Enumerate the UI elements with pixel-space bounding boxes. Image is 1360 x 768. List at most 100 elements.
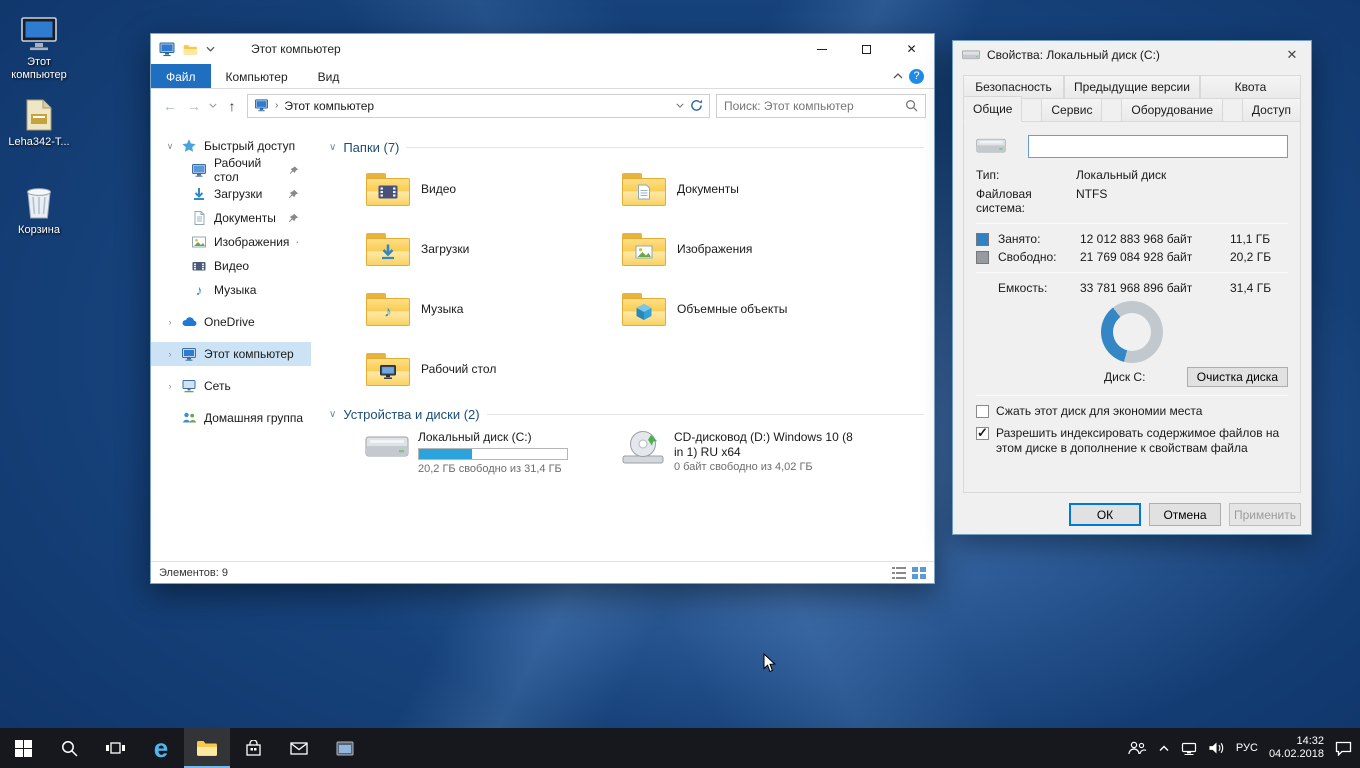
sidebar-item-this-pc[interactable]: › Этот компьютер [151, 342, 311, 366]
search-icon[interactable] [905, 99, 918, 112]
cancel-button[interactable]: Отмена [1149, 503, 1221, 526]
compress-checkbox-row[interactable]: Сжать этот диск для экономии места [976, 404, 1288, 419]
breadcrumb-chevron-icon[interactable]: › [275, 100, 278, 111]
qat-customize-chevron-icon[interactable] [206, 46, 215, 52]
taskbar-store-button[interactable] [230, 728, 276, 768]
sidebar-item-network[interactable]: › Сеть [151, 374, 311, 398]
maximize-button[interactable] [844, 34, 889, 64]
tab-computer[interactable]: Компьютер [211, 64, 303, 88]
ok-button[interactable]: ОК [1069, 503, 1141, 526]
clock-time: 14:32 [1269, 735, 1324, 748]
sidebar-item-homegroup[interactable]: Домашняя группа [151, 406, 311, 430]
sidebar-item-downloads[interactable]: Загрузки [151, 182, 311, 206]
filesystem-value: NTFS [1076, 187, 1107, 215]
details-view-icon[interactable] [892, 567, 906, 579]
capacity-bytes: 33 781 968 896 байт [1080, 281, 1230, 295]
app-window-icon [336, 741, 354, 756]
language-indicator[interactable]: РУС [1236, 742, 1258, 754]
drive-item-d[interactable]: CD-дисковод (D:) Windows 10 (8 in 1) RU … [615, 426, 915, 480]
show-hidden-icons-chevron-icon[interactable] [1158, 744, 1170, 752]
type-label: Тип: [976, 168, 1076, 182]
folder-item-video[interactable]: Видео [359, 159, 615, 219]
group-label[interactable]: Папки (7) [343, 140, 399, 155]
folder-item-music[interactable]: ♪ Музыка [359, 279, 615, 339]
collapse-group-chevron-icon[interactable]: ∨ [329, 409, 336, 420]
explorer-titlebar[interactable]: Этот компьютер ✕ [151, 34, 934, 64]
ribbon-tabstrip: Файл Компьютер Вид ? [151, 64, 934, 89]
sidebar-item-videos[interactable]: Видео [151, 254, 311, 278]
tab-file[interactable]: Файл [151, 64, 211, 88]
desktop-icon-recycle-bin[interactable]: Корзина [0, 180, 78, 237]
sidebar-item-desktop[interactable]: Рабочий стол [151, 158, 311, 182]
sidebar-item-documents[interactable]: Документы [151, 206, 311, 230]
index-checkbox[interactable] [976, 427, 989, 440]
breadcrumb[interactable]: Этот компьютер [284, 99, 374, 113]
compress-checkbox[interactable] [976, 405, 989, 418]
folder-label: Загрузки [421, 242, 469, 256]
folder-item-3d-objects[interactable]: Объемные объекты [615, 279, 871, 339]
volume-label-input[interactable] [1028, 135, 1288, 158]
minimize-button[interactable] [799, 34, 844, 64]
computer-icon [181, 346, 197, 362]
disk-cleanup-button[interactable]: Очистка диска [1187, 367, 1288, 387]
address-dropdown-chevron-icon[interactable] [676, 103, 684, 108]
network-tray-icon[interactable] [1181, 742, 1197, 755]
taskbar-edge-button[interactable]: e [138, 728, 184, 768]
taskbar-mail-button[interactable] [276, 728, 322, 768]
help-icon[interactable]: ? [909, 69, 924, 84]
forward-button[interactable]: → [185, 98, 203, 114]
drive-name: Локальный диск (C:) [418, 430, 568, 445]
mouse-cursor [763, 653, 776, 673]
tab-sharing[interactable]: Доступ [1242, 98, 1301, 122]
tab-view[interactable]: Вид [303, 64, 355, 88]
sidebar-item-music[interactable]: ♪ Музыка [151, 278, 311, 302]
collapse-group-chevron-icon[interactable]: ∨ [329, 142, 336, 153]
desktop-icon [191, 162, 207, 178]
folder-item-pictures[interactable]: Изображения [615, 219, 871, 279]
sidebar-item-label: Загрузки [214, 187, 262, 201]
used-label: Занято: [998, 232, 1080, 246]
drives-grid: Локальный диск (C:) 20,2 ГБ свободно из … [359, 426, 934, 480]
start-button[interactable] [0, 728, 46, 768]
up-button[interactable]: ↑ [223, 98, 241, 114]
sidebar-item-quick-access[interactable]: ∨ Быстрый доступ [151, 134, 311, 158]
drive-item-c[interactable]: Локальный диск (C:) 20,2 ГБ свободно из … [359, 426, 615, 480]
dialog-titlebar[interactable]: Свойства: Локальный диск (C:) ✕ [953, 41, 1311, 69]
large-icons-view-icon[interactable] [912, 567, 926, 579]
tab-general[interactable]: Общие [963, 96, 1022, 122]
folder-item-downloads[interactable]: Загрузки [359, 219, 615, 279]
people-icon[interactable] [1127, 741, 1147, 755]
tab-previous-versions[interactable]: Предыдущие версии [1064, 75, 1200, 99]
taskbar-app-button[interactable] [322, 728, 368, 768]
folder-item-documents[interactable]: Документы [615, 159, 871, 219]
address-bar[interactable]: › Этот компьютер [247, 94, 710, 118]
group-label[interactable]: Устройства и диски (2) [343, 407, 479, 422]
close-button[interactable]: ✕ [889, 34, 934, 64]
desktop-icon-this-pc[interactable]: Этот компьютер [0, 12, 78, 82]
taskbar-search-button[interactable] [46, 728, 92, 768]
taskbar-explorer-button[interactable] [184, 728, 230, 768]
expand-ribbon-chevron-icon[interactable] [893, 73, 903, 79]
recent-locations-chevron-icon[interactable] [209, 103, 217, 108]
sidebar-item-pictures[interactable]: Изображения [151, 230, 311, 254]
folder-item-desktop[interactable]: Рабочий стол [359, 339, 615, 399]
tab-tools[interactable]: Сервис [1041, 98, 1102, 122]
3d-objects-folder-icon [621, 289, 667, 329]
tab-hardware[interactable]: Оборудование [1121, 98, 1223, 122]
taskbar-clock[interactable]: 14:32 04.02.2018 [1269, 735, 1324, 761]
qat-new-folder-icon[interactable] [183, 43, 198, 56]
action-center-icon[interactable] [1335, 741, 1352, 756]
back-button[interactable]: ← [161, 98, 179, 114]
index-checkbox-row[interactable]: Разрешить индексировать содержимое файло… [976, 426, 1288, 456]
refresh-icon[interactable] [690, 99, 703, 112]
sidebar-item-onedrive[interactable]: › OneDrive [151, 310, 311, 334]
search-input[interactable]: Поиск: Этот компьютер [716, 94, 926, 118]
volume-tray-icon[interactable] [1208, 741, 1225, 755]
mail-icon [290, 742, 308, 755]
tab-quota[interactable]: Квота [1200, 75, 1301, 99]
installer-file-icon [0, 92, 78, 132]
task-view-button[interactable] [92, 728, 138, 768]
desktop-icon-leha-file[interactable]: Leha342-T... [0, 92, 78, 149]
dialog-close-button[interactable]: ✕ [1277, 44, 1307, 66]
task-view-icon [106, 741, 125, 755]
